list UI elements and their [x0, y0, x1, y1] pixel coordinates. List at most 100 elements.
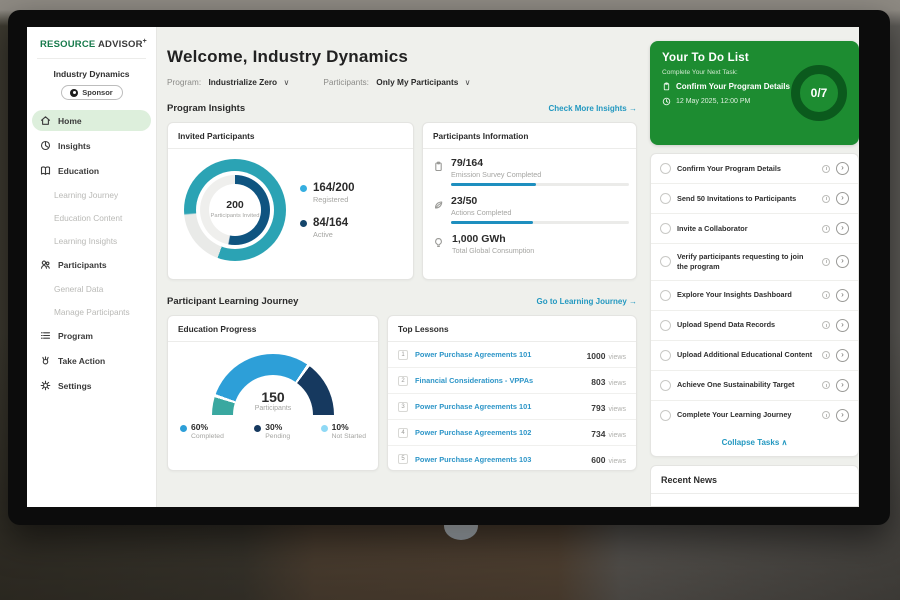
task-checkbox[interactable] — [660, 290, 671, 301]
consumption-row: 1,000 GWh Total Global Consumption — [433, 233, 624, 259]
chevron-right-icon: › — [841, 194, 844, 202]
clipboard-icon — [662, 82, 671, 91]
chevron-right-icon: › — [841, 321, 844, 329]
metric-label: Actions Completed — [451, 208, 629, 217]
check-more-insights-link[interactable]: Check More Insights → — [549, 104, 637, 113]
sponsor-badge[interactable]: Sponsor — [61, 85, 123, 100]
lesson-link[interactable]: Power Purchase Agreements 101 — [415, 402, 584, 411]
education-progress-title: Education Progress — [168, 316, 378, 342]
info-icon — [822, 381, 830, 389]
task-go-button[interactable]: › — [836, 379, 849, 392]
nav-label: Insights — [58, 141, 91, 151]
rank-badge: 3 — [398, 402, 408, 412]
participants-information-card: Participants Information 79/164 Emission… — [422, 122, 637, 280]
task-checkbox[interactable] — [660, 163, 671, 174]
monitor-bezel: RESOURCE ADVISOR+ Industry Dynamics Spon… — [8, 10, 890, 525]
sidebar-item-general-data[interactable]: General Data — [27, 279, 156, 298]
logo-resource: RESOURCE — [40, 39, 95, 50]
lesson-link[interactable]: Power Purchase Agreements 101 — [415, 350, 580, 359]
rank-badge: 2 — [398, 376, 408, 386]
logo-plus: + — [143, 38, 147, 45]
task-complete-learning-journey[interactable]: Complete Your Learning Journey › — [651, 401, 858, 430]
views-suffix: views — [608, 432, 626, 439]
task-checkbox[interactable] — [660, 256, 671, 267]
task-checkbox[interactable] — [660, 193, 671, 204]
invited-participants-title: Invited Participants — [168, 123, 413, 149]
task-confirm-program-details[interactable]: Confirm Your Program Details › — [651, 154, 858, 184]
views-suffix: views — [608, 406, 626, 413]
sidebar-item-learning-insights[interactable]: Learning Insights — [27, 231, 156, 250]
list-icon — [40, 330, 51, 341]
task-checkbox[interactable] — [660, 410, 671, 421]
legend-dot — [300, 185, 307, 192]
task-go-button[interactable]: › — [836, 222, 849, 235]
sidebar-item-participants[interactable]: Participants — [27, 254, 156, 275]
go-to-learning-journey-link[interactable]: Go to Learning Journey → — [537, 297, 637, 306]
task-go-button[interactable]: › — [836, 289, 849, 302]
task-label: Achieve One Sustainability Target — [677, 380, 816, 390]
actions-completed-row: 23/50 Actions Completed — [433, 195, 624, 224]
education-progress-card: Education Progress 150 Participants — [167, 315, 379, 471]
task-achieve-sustainability-target[interactable]: Achieve One Sustainability Target › — [651, 371, 858, 401]
metric-value: 23/50 — [451, 195, 629, 207]
task-invite-collaborator[interactable]: Invite a Collaborator › — [651, 214, 858, 244]
task-go-button[interactable]: › — [836, 349, 849, 362]
task-go-button[interactable]: › — [836, 162, 849, 175]
sidebar-item-manage-participants[interactable]: Manage Participants — [27, 302, 156, 321]
task-upload-spend-data[interactable]: Upload Spend Data Records › — [651, 311, 858, 341]
learning-journey-title: Participant Learning Journey — [167, 296, 298, 307]
metric-value: 1,000 GWh — [452, 233, 534, 245]
link-label: Check More Insights — [549, 104, 627, 113]
task-go-button[interactable]: › — [836, 319, 849, 332]
nav-label: Participants — [58, 260, 107, 270]
participants-filter[interactable]: Participants: Only My Participants ∨ — [323, 77, 470, 87]
sidebar-item-take-action[interactable]: Take Action — [27, 350, 156, 371]
info-icon — [822, 195, 830, 203]
filter-bar: Program: Industrialize Zero ∨ Participan… — [167, 77, 637, 87]
task-go-button[interactable]: › — [836, 192, 849, 205]
sidebar: RESOURCE ADVISOR+ Industry Dynamics Spon… — [27, 27, 157, 507]
collapse-tasks-link[interactable]: Collapse Tasks ∧ — [651, 430, 858, 456]
program-insights-title: Program Insights — [167, 103, 245, 114]
lesson-link[interactable]: Financial Considerations - VPPAs — [415, 376, 584, 385]
participants-filter-value: Only My Participants — [376, 77, 458, 87]
nav-label: Education — [58, 166, 99, 176]
sidebar-item-learning-journey[interactable]: Learning Journey — [27, 185, 156, 204]
task-checkbox[interactable] — [660, 223, 671, 234]
task-verify-participants[interactable]: Verify participants requesting to join t… — [651, 244, 858, 281]
nav-label: Education Content — [54, 213, 122, 223]
legend-label: Active — [313, 230, 348, 239]
task-send-invitations[interactable]: Send 50 Invitations to Participants › — [651, 184, 858, 214]
task-label: Explore Your Insights Dashboard — [677, 290, 816, 300]
sidebar-item-education[interactable]: Education — [27, 160, 156, 181]
top-lessons-title: Top Lessons — [388, 316, 636, 342]
task-checkbox[interactable] — [660, 320, 671, 331]
sidebar-item-insights[interactable]: Insights — [27, 135, 156, 156]
task-go-button[interactable]: › — [836, 255, 849, 268]
invited-participants-donut-chart: 200 Participants Invited — [184, 159, 286, 261]
task-checkbox[interactable] — [660, 350, 671, 361]
program-filter[interactable]: Program: Industrialize Zero ∨ — [167, 77, 289, 87]
chevron-down-icon: ∨ — [465, 78, 471, 87]
task-go-button[interactable]: › — [836, 409, 849, 422]
task-upload-educational-content[interactable]: Upload Additional Educational Content › — [651, 341, 858, 371]
recent-news-card: Recent News — [650, 465, 859, 507]
task-explore-insights[interactable]: Explore Your Insights Dashboard › — [651, 281, 858, 311]
sidebar-item-program[interactable]: Program — [27, 325, 156, 346]
clock-icon — [662, 97, 671, 106]
task-checkbox[interactable] — [660, 380, 671, 391]
legend-completed: 60% Completed — [180, 422, 224, 440]
gear-icon — [40, 380, 51, 391]
collapse-label: Collapse Tasks — [722, 438, 780, 447]
chevron-down-icon: ∨ — [283, 78, 289, 87]
sidebar-item-education-content[interactable]: Education Content — [27, 208, 156, 227]
sidebar-item-settings[interactable]: Settings — [27, 375, 156, 396]
program-filter-label: Program: — [167, 77, 201, 87]
sidebar-item-home[interactable]: Home — [32, 110, 151, 131]
lesson-link[interactable]: Power Purchase Agreements 102 — [415, 428, 584, 437]
donut-center-label: Participants Invited — [211, 213, 260, 221]
info-icon — [822, 351, 830, 359]
program-insights-header: Program Insights Check More Insights → — [167, 103, 637, 114]
legend-dot — [300, 220, 307, 227]
lesson-link[interactable]: Power Purchase Agreements 103 — [415, 455, 584, 464]
